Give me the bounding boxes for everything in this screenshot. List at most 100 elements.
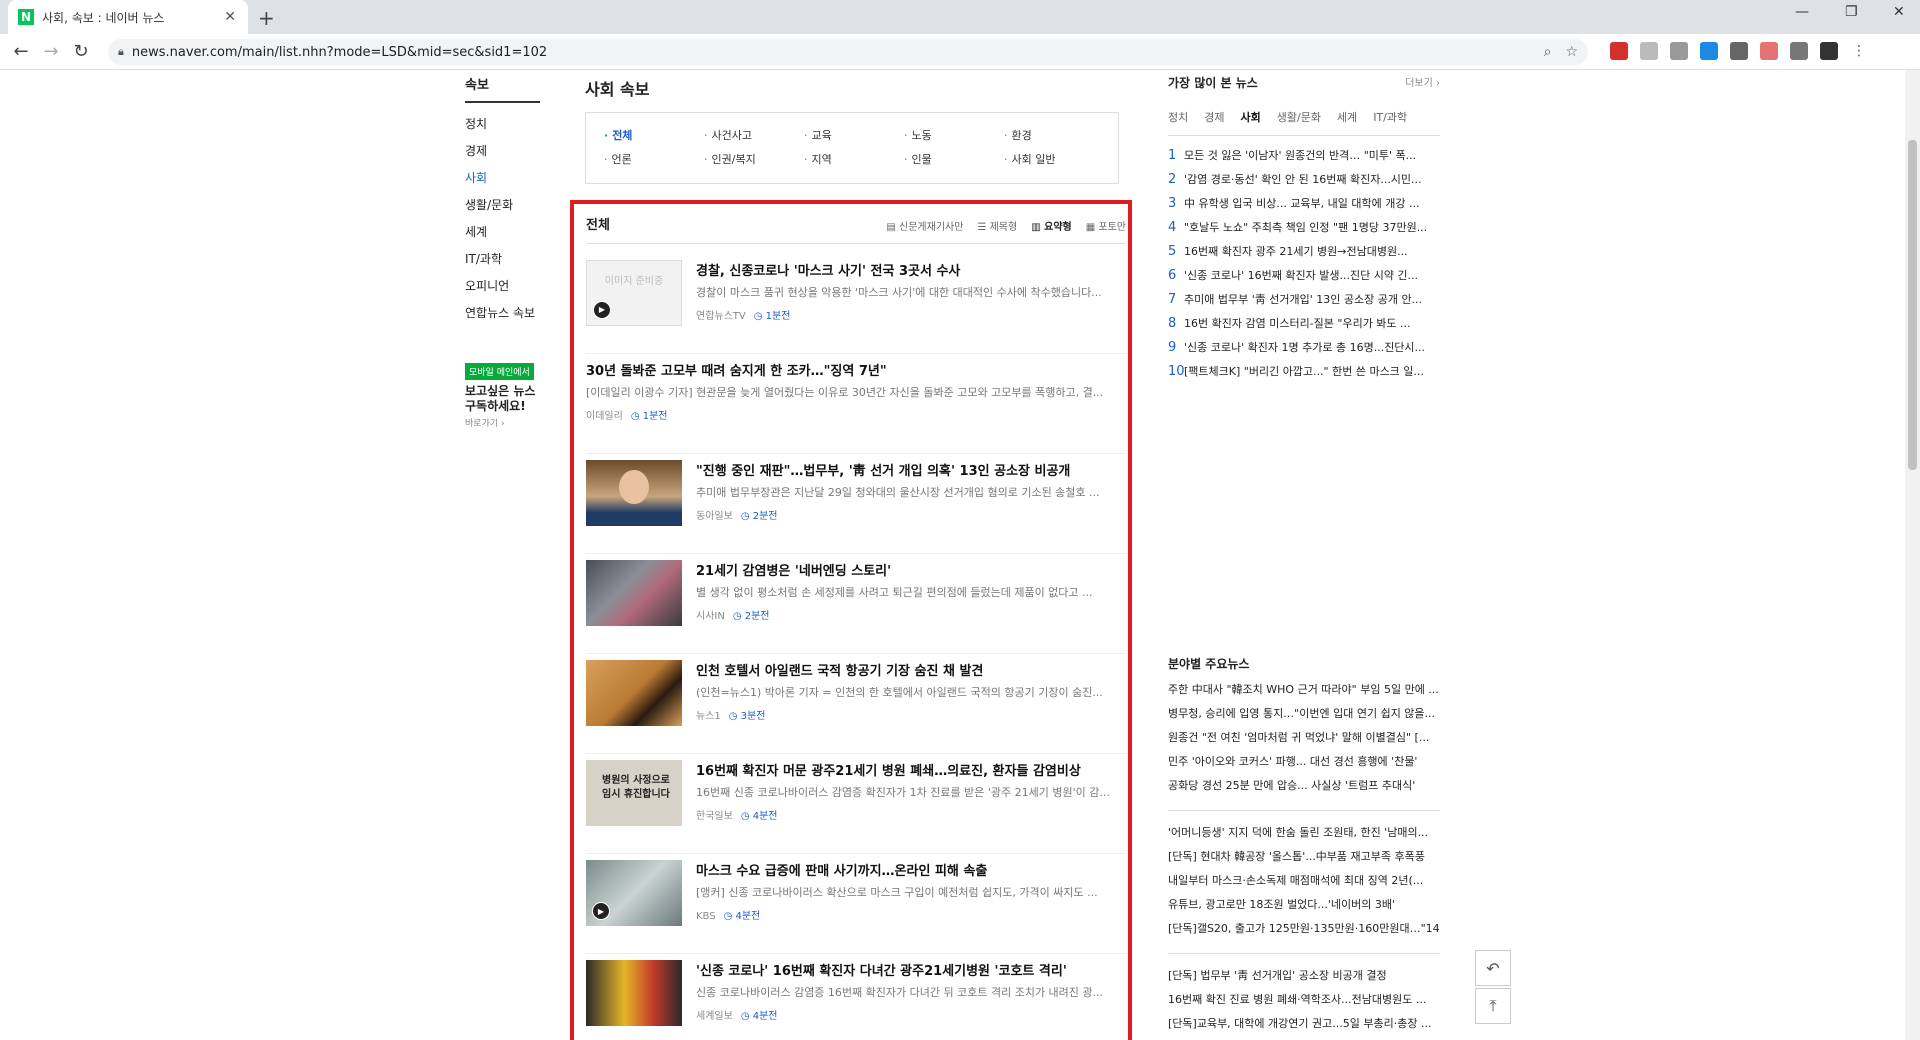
- close-tab-icon[interactable]: ✕: [222, 9, 238, 25]
- extension-icon[interactable]: [1730, 42, 1748, 60]
- restore-icon[interactable]: ❐: [1845, 4, 1858, 20]
- address-bar[interactable]: 🔒︎ news.naver.com/main/list.nhn?mode=LSD…: [108, 39, 1588, 65]
- article-item[interactable]: 30년 돌봐준 고모부 때려 숨지게 한 조카…"징역 7년" [이데일리 이광…: [586, 354, 1126, 454]
- nav-head[interactable]: 속보: [465, 70, 540, 103]
- article-lead[interactable]: 추미애 법무부장관은 지난달 29일 청와대의 울산시장 선거개입 혐의로 기소…: [696, 484, 1126, 500]
- more-link[interactable]: 더보기 ›: [1405, 74, 1440, 91]
- section-news-item[interactable]: 내일부터 마스크·손소독제 매점매석에 최대 징역 2년(...: [1168, 869, 1440, 893]
- zoom-icon[interactable]: ⌕: [1544, 44, 1552, 60]
- nav-item-yonhap[interactable]: 연합뉴스 속보: [465, 300, 540, 327]
- ranking-item[interactable]: 9 '신종 코로나' 확진자 1명 추가로 총 16명...진단시...: [1168, 336, 1440, 360]
- article-lead[interactable]: 별 생각 없이 평소처럼 손 세정제를 사려고 퇴근길 편의점에 들렀는데 제품…: [696, 584, 1126, 600]
- article-item[interactable]: 인천 호텔서 아일랜드 국적 항공기 기장 숨진 채 발견 (인천=뉴스1) 박…: [586, 654, 1126, 754]
- ranking-item[interactable]: 2 '감염 경로·동선' 확인 안 된 16번째 확진자...시민...: [1168, 168, 1440, 192]
- article-thumbnail[interactable]: 병원의 사정으로 임시 휴진합니다: [586, 760, 682, 826]
- section-news-item[interactable]: [단독] 법무부 '靑 선거개입' 공소장 비공개 결정: [1168, 964, 1440, 988]
- article-thumbnail[interactable]: [586, 460, 682, 526]
- bookmark-star-icon[interactable]: ☆: [1565, 44, 1578, 60]
- ranking-item[interactable]: 1 모든 것 잃은 '이남자' 원종건의 반격… "미투' 폭...: [1168, 144, 1440, 168]
- extension-icon[interactable]: [1640, 42, 1658, 60]
- back-icon[interactable]: ↶: [1475, 950, 1511, 986]
- subcat-labor[interactable]: 노동: [904, 127, 932, 143]
- section-news-item[interactable]: 주한 中대사 "韓조치 WHO 근거 따라야" 부임 5일 만에 ...: [1168, 678, 1440, 702]
- section-news-item[interactable]: [단독]교육부, 대학에 개강연기 권고...5일 부총리·총장 ...: [1168, 1012, 1440, 1036]
- article-title[interactable]: '신종 코로나' 16번째 확진자 다녀간 광주21세기병원 '코호트 격리': [696, 960, 1126, 979]
- article-lead[interactable]: 경찰이 마스크 품귀 현상을 악용한 '마스크 사기'에 대한 대대적인 수사에…: [696, 284, 1126, 300]
- view-photo[interactable]: ▦ 포토만: [1086, 218, 1126, 233]
- page-scrollbar[interactable]: [1905, 70, 1920, 1040]
- nav-item-it-science[interactable]: IT/과학: [465, 246, 540, 273]
- nav-item-politics[interactable]: 정치: [465, 111, 540, 138]
- ranking-item[interactable]: 3中 유학생 입국 비상... 교육부, 내일 대학에 개강 ...: [1168, 192, 1440, 216]
- nav-item-opinion[interactable]: 오피니언: [465, 273, 540, 300]
- extension-icon[interactable]: [1670, 42, 1688, 60]
- profile-icon[interactable]: [1820, 42, 1838, 60]
- article-lead[interactable]: 16번째 신종 코로나바이러스 감염증 확진자가 1차 진료를 받은 '광주 2…: [696, 784, 1126, 800]
- tab-it-science[interactable]: IT/과학: [1373, 109, 1407, 125]
- reload-icon[interactable]: ↻: [66, 41, 96, 62]
- article-title[interactable]: 16번째 확진자 머문 광주21세기 병원 폐쇄…의료진, 환자들 감염비상: [696, 760, 1126, 779]
- article-title[interactable]: 21세기 감염병은 '네버엔딩 스토리': [696, 560, 1126, 579]
- back-icon[interactable]: ←: [6, 41, 36, 62]
- nav-item-society[interactable]: 사회: [465, 165, 540, 192]
- article-thumbnail[interactable]: [586, 960, 682, 1026]
- ranking-item[interactable]: 8 16번 확진자 감염 미스터리-질본 "우리가 봐도 ...: [1168, 312, 1440, 336]
- shield-icon[interactable]: [1700, 42, 1718, 60]
- section-news-item[interactable]: 공화당 경선 25분 만에 압승... 사실상 '트럼프 추대식': [1168, 774, 1440, 798]
- section-news-item[interactable]: 원종건 "전 여친 '엄마처럼 귀 먹었냐' 말해 이별결심" [...: [1168, 726, 1440, 750]
- tab-politics[interactable]: 정치: [1168, 109, 1188, 125]
- section-news-item[interactable]: 유튜브, 광고로만 18조원 벌었다...'네이버의 3배': [1168, 893, 1440, 917]
- article-thumbnail[interactable]: [586, 560, 682, 626]
- article-title[interactable]: 인천 호텔서 아일랜드 국적 항공기 기장 숨진 채 발견: [696, 660, 1126, 679]
- ranking-item[interactable]: 5 16번째 확진자 광주 21세기 병원→전남대병원...: [1168, 240, 1440, 264]
- article-title[interactable]: 경찰, 신종코로나 '마스크 사기' 전국 3곳서 수사: [696, 260, 1126, 279]
- scrollbar-thumb[interactable]: [1908, 140, 1917, 470]
- nav-item-economy[interactable]: 경제: [465, 138, 540, 165]
- section-news-item[interactable]: '어머니등생' 지지 덕에 한숨 돌린 조원태, 한진 '남매의...: [1168, 821, 1440, 845]
- article-item[interactable]: '신종 코로나' 16번째 확진자 다녀간 광주21세기병원 '코호트 격리' …: [586, 954, 1126, 1040]
- section-news-item[interactable]: 민주 '아이오와 코커스' 파행... 대선 경선 흥행에 '찬물': [1168, 750, 1440, 774]
- promo-link[interactable]: 바로가기 ›: [465, 416, 540, 429]
- subscribe-promo[interactable]: 모바일 메인에서 보고싶은 뉴스 구독하세요! 바로가기 ›: [465, 363, 540, 429]
- article-item[interactable]: 이미지 준비중 ▶ 경찰, 신종코로나 '마스크 사기' 전국 3곳서 수사 경…: [586, 254, 1126, 354]
- subcat-incidents[interactable]: 사건사고: [704, 127, 752, 143]
- article-thumbnail[interactable]: ▶: [586, 860, 682, 926]
- thumbnail-placeholder[interactable]: 이미지 준비중 ▶: [586, 260, 682, 326]
- article-lead[interactable]: [이데일리 이광수 기자] 현관문을 늦게 열어줬다는 이유로 30년간 자신을…: [586, 384, 1126, 400]
- article-lead[interactable]: [앵커] 신종 코로나바이러스 확산으로 마스크 구입이 예전처럼 쉽지도, 가…: [696, 884, 1126, 900]
- minimize-icon[interactable]: —: [1795, 4, 1809, 20]
- article-item[interactable]: 21세기 감염병은 '네버엔딩 스토리' 별 생각 없이 평소처럼 손 세정제를…: [586, 554, 1126, 654]
- view-summary[interactable]: ▥ 요약형: [1031, 218, 1072, 233]
- tab-economy[interactable]: 경제: [1204, 109, 1224, 125]
- article-thumbnail[interactable]: [586, 660, 682, 726]
- ranking-item[interactable]: 6 '신종 코로나' 16번째 확진자 발생...진단 시약 긴...: [1168, 264, 1440, 288]
- nav-item-life-culture[interactable]: 생활/문화: [465, 192, 540, 219]
- article-title[interactable]: 30년 돌봐준 고모부 때려 숨지게 한 조카…"징역 7년": [586, 360, 1126, 379]
- section-news-item[interactable]: 16번째 확진 진료 병원 폐쇄·역학조사...전남대병원도 ...: [1168, 988, 1440, 1012]
- subcat-environment[interactable]: 환경: [1004, 127, 1032, 143]
- forward-icon[interactable]: →: [36, 41, 66, 62]
- tab-world[interactable]: 세계: [1337, 109, 1357, 125]
- new-tab-icon[interactable]: +: [258, 6, 275, 30]
- ranking-item[interactable]: 7 추미애 법무부 '靑 선거개입' 13인 공소장 공개 안...: [1168, 288, 1440, 312]
- window-close-icon[interactable]: ✕: [1893, 4, 1905, 20]
- article-item[interactable]: 병원의 사정으로 임시 휴진합니다 16번째 확진자 머문 광주21세기 병원 …: [586, 754, 1126, 854]
- tab-life-culture[interactable]: 생활/문화: [1277, 109, 1321, 125]
- article-item[interactable]: "진행 중인 재판"…법무부, '靑 선거 개입 의혹' 13인 공소장 비공개…: [586, 454, 1126, 554]
- article-lead[interactable]: 신종 코로나바이러스 감염증 16번째 확진자가 다녀간 뒤 코호트 격리 조치…: [696, 984, 1126, 1000]
- subcat-region[interactable]: 지역: [804, 151, 832, 167]
- section-news-item[interactable]: [단독] 현대차 韓공장 '올스톱'...中부품 재고부족 후폭풍: [1168, 845, 1440, 869]
- ranking-item[interactable]: 4 "호날두 노쇼" 주최측 책임 인정 "팬 1명당 37만원...: [1168, 216, 1440, 240]
- extension-icon[interactable]: [1790, 42, 1808, 60]
- subcat-all[interactable]: 전체: [604, 127, 632, 143]
- extension-icon[interactable]: [1610, 42, 1628, 60]
- subcat-welfare[interactable]: 인권/복지: [704, 151, 756, 167]
- article-title[interactable]: 마스크 수요 급증에 판매 사기까지…온라인 피해 속출: [696, 860, 1126, 879]
- subcat-education[interactable]: 교육: [804, 127, 832, 143]
- view-title[interactable]: ☰ 제목형: [977, 218, 1017, 233]
- article-item[interactable]: ▶ 마스크 수요 급증에 판매 사기까지…온라인 피해 속출 [앵커] 신종 코…: [586, 854, 1126, 954]
- menu-icon[interactable]: ⋮: [1850, 42, 1868, 60]
- nav-item-world[interactable]: 세계: [465, 219, 540, 246]
- article-lead[interactable]: (인천=뉴스1) 박아론 기자 = 인천의 한 호텔에서 아일랜드 국적의 항공…: [696, 684, 1126, 700]
- scroll-top-icon[interactable]: ⤒: [1475, 988, 1511, 1024]
